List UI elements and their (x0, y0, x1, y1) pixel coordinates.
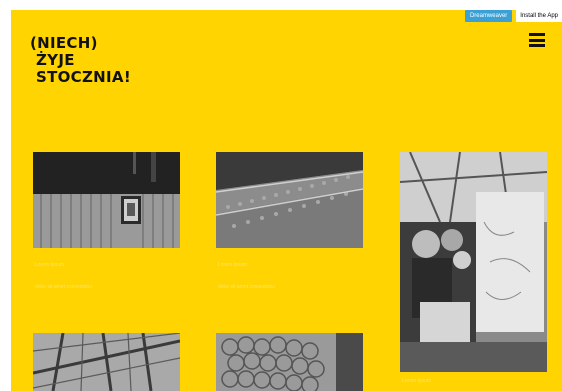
gallery-card-5[interactable] (216, 333, 363, 391)
topbar: Dreamweaver Install the App (464, 10, 562, 22)
card-image (216, 152, 363, 248)
card-image (33, 333, 180, 391)
install-app-button[interactable]: Install the App (516, 10, 562, 22)
card-caption: Lorem ipsum (35, 262, 64, 268)
card-caption: Lorem ipsum (218, 262, 247, 268)
card-image (216, 333, 363, 391)
card-photo-roof (33, 333, 180, 391)
card-photo-building (33, 152, 180, 248)
download-button[interactable]: Dreamweaver (464, 10, 513, 22)
gallery-card-2[interactable]: Lorem ipsum dolor sit amet consectetur (216, 152, 363, 302)
card-photo-cobblestone (216, 152, 363, 248)
card-subtitle: dolor sit amet consectetur (35, 284, 93, 290)
card-image (33, 152, 180, 248)
site-logo[interactable]: (NIECH) ŻYJE STOCZNIA! (30, 35, 131, 86)
card-image (400, 152, 547, 372)
gallery-card-3[interactable]: Lorem ipsum (400, 152, 547, 391)
menu-bar (529, 33, 545, 36)
hamburger-menu-icon[interactable] (529, 33, 545, 47)
page: Dreamweaver Install the App (NIECH) ŻYJE… (11, 10, 562, 391)
gallery-card-1[interactable]: Lorem ipsum dolor sit amet consectetur (33, 152, 180, 302)
card-photo-pipes (216, 333, 363, 391)
card-photo-people (400, 152, 547, 372)
logo-line-1: (NIECH) (30, 34, 98, 52)
logo-line-2: ŻYJE (36, 51, 75, 69)
logo-line-3: STOCZNIA! (36, 68, 131, 86)
card-subtitle: dolor sit amet consectetur (218, 284, 276, 290)
menu-bar (529, 38, 545, 42)
menu-bar (529, 44, 545, 47)
card-caption: Lorem ipsum (402, 378, 431, 384)
gallery-card-4[interactable] (33, 333, 180, 391)
